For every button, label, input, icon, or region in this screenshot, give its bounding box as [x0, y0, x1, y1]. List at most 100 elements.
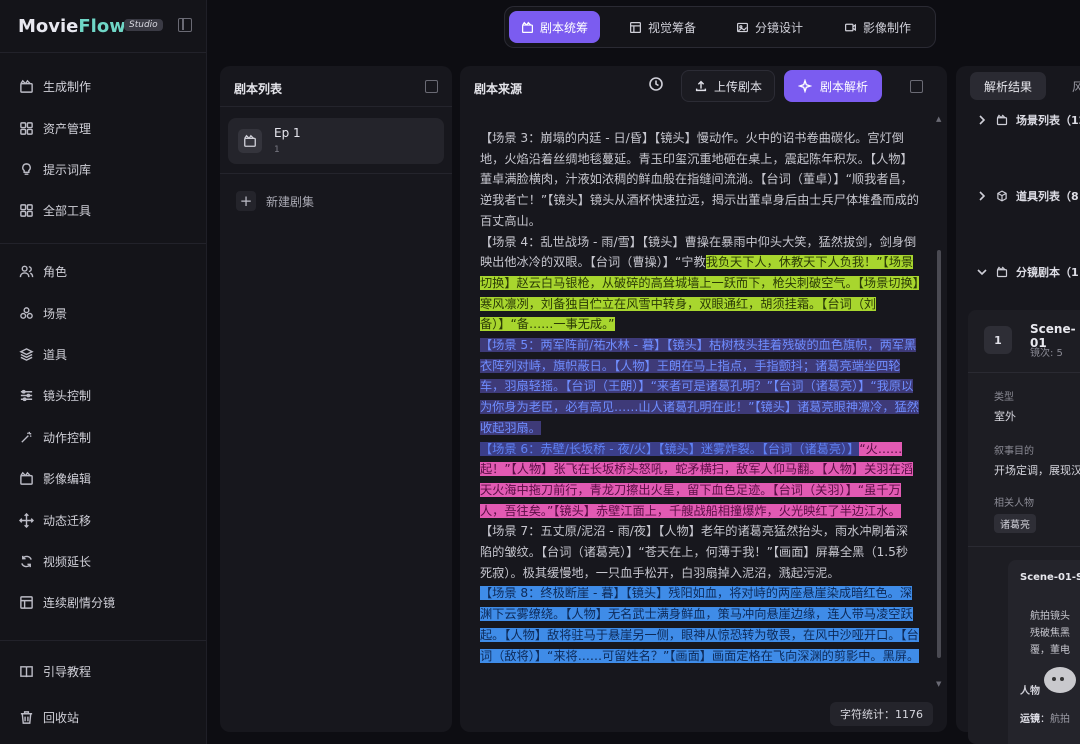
chevron-right-icon [979, 191, 986, 201]
nav-label: 提示词库 [43, 162, 92, 177]
panel-collapse-icon[interactable] [425, 80, 438, 93]
chat-icon[interactable] [1040, 660, 1080, 704]
upload-script-button[interactable]: 上传剧本 [681, 70, 776, 102]
clapperboard-icon [996, 114, 1008, 126]
panel-collapse-icon[interactable] [910, 80, 923, 93]
nav-item-prompts[interactable]: 提示词库 [18, 158, 91, 180]
nav-item-motion[interactable]: 动作控制 [18, 426, 91, 448]
shot-move: 运镜：航拍 [1020, 714, 1070, 725]
script-paragraph: 【场景 7：五丈原/泥沼 - 雨/夜】【人物】老年的诸葛亮猛然抬头，雨水冲刷着深… [480, 521, 920, 583]
users-icon [18, 263, 34, 279]
nav-label: 镜头控制 [43, 388, 92, 403]
chars-label: 相关人物 [994, 498, 1034, 509]
script-paragraph: 【场景 5：两军阵前/祐水林 - 暮】【镜头】枯树枝头挂着残破的血色旗帜，两军黑… [480, 335, 920, 439]
panel-title: 剧本列表 [234, 82, 283, 96]
script-segment: 【场景 5：两军阵前/祐水林 - 暮】【镜头】枯树枝头挂着残破的血色旗帜，两军黑… [480, 338, 919, 435]
panel-title: 剧本来源 [474, 82, 523, 96]
nav-item-assets[interactable]: 资产管理 [18, 117, 91, 139]
add-icon[interactable]: + [236, 191, 256, 211]
sidebar-collapse-icon[interactable] [178, 18, 192, 32]
tree-item-storyboard[interactable]: 分镜剧本（1 [976, 264, 1079, 280]
tree-item-props[interactable]: 道具列表（8 [976, 188, 1079, 204]
script-segment: 【场景 7：五丈原/泥沼 - 雨/夜】【人物】老年的诸葛亮猛然抬头，雨水冲刷着深… [480, 524, 909, 580]
tree-label: 分镜剧本（1 [1016, 266, 1079, 279]
purpose-value: 开场定调，展现汉 [994, 464, 1080, 477]
char-count: 字符统计：1176 [830, 702, 933, 726]
tab-label: 剧本统筹 [540, 20, 589, 35]
tab-visual-prep[interactable]: 视觉筹备 [617, 11, 708, 43]
nav-item-storyboard[interactable]: 连续剧情分镜 [18, 591, 115, 613]
tab-label: 影像制作 [863, 20, 912, 35]
purpose-label: 叙事目的 [994, 446, 1034, 457]
new-episode-button[interactable]: 新建剧集 [266, 193, 314, 210]
nav-item-camera[interactable]: 镜头控制 [18, 384, 91, 406]
refresh-icon [18, 553, 34, 569]
nav-label: 回收站 [43, 710, 80, 725]
tab-video-production[interactable]: 影像制作 [832, 11, 923, 43]
scrollbar[interactable] [937, 250, 941, 658]
tab-storyboard-design[interactable]: 分镜设计 [724, 11, 815, 43]
script-paragraph: 【场景 6：赤壁/长坂桥 - 夜/火】【镜头】迷雾炸裂。【台词（诸葛亮）】“火…… [480, 439, 920, 522]
script-paragraph: 【场景 3：崩塌的内廷 - 日/昏】【镜头】慢动作。火中的诏书卷曲碳化。宫灯倒地… [480, 128, 920, 232]
episode-item[interactable]: Ep 1 1 [228, 118, 444, 164]
script-segment: 【场景 6：赤壁/长坂桥 - 夜/火】【镜头】迷雾炸裂。【台词（诸葛亮）】 [480, 441, 860, 456]
grid-icon [18, 120, 34, 136]
nav-label: 场景 [43, 306, 68, 321]
nav-item-generate[interactable]: 生成制作 [18, 75, 91, 97]
nav-item-characters[interactable]: 角色 [18, 260, 67, 282]
script-text-editor[interactable]: 【场景 3：崩塌的内廷 - 日/昏】【镜头】慢动作。火中的诏书卷曲碳化。宫灯倒地… [480, 128, 920, 688]
tree-item-scenes[interactable]: 场景列表（12 [976, 112, 1080, 128]
nav-item-tutorial[interactable]: 引导教程 [18, 660, 91, 682]
nav-label: 动态迁移 [43, 513, 92, 528]
button-label: 剧本解析 [820, 79, 869, 94]
history-icon[interactable] [648, 76, 664, 92]
clapperboard-icon [18, 470, 34, 486]
layout-icon [630, 21, 641, 33]
parse-script-button[interactable]: 剧本解析 [784, 70, 883, 102]
script-paragraph: 【场景 8：终极断崖 - 暮】【镜头】残阳如血，将对峙的两座悬崖染成暗红色。深渊… [480, 583, 920, 666]
upload-icon [695, 80, 707, 92]
nav-item-extend[interactable]: 视频延长 [18, 550, 91, 572]
type-value: 室外 [994, 410, 1016, 423]
cluster-icon [18, 305, 34, 321]
script-paragraph: 【场景 4：乱世战场 - 雨/雪】【镜头】曹操在暴雨中仰头大笑，猛然拔剑，剑身倒… [480, 232, 920, 336]
tab-label: 视觉筹备 [648, 20, 697, 35]
sparkle-icon [798, 79, 812, 93]
nav-label: 生成制作 [43, 79, 92, 94]
nav-label: 引导教程 [43, 664, 92, 679]
nav-label: 连续剧情分镜 [43, 595, 116, 610]
scene-shots: 镜次: 5 [1030, 348, 1063, 359]
nav-item-transfer[interactable]: 动态迁移 [18, 509, 91, 531]
nav-item-edit[interactable]: 影像编辑 [18, 467, 91, 489]
type-label: 类型 [994, 392, 1014, 403]
scene-number: 1 [984, 326, 1012, 354]
clapperboard-icon [238, 129, 262, 153]
lightbulb-icon [18, 161, 34, 177]
nav-item-tools[interactable]: 全部工具 [18, 199, 91, 221]
shot-title: Scene-01-S [1020, 572, 1080, 583]
move-icon [18, 512, 34, 528]
video-icon [845, 23, 856, 31]
nav-item-trash[interactable]: 回收站 [18, 706, 79, 728]
nav-item-props[interactable]: 道具 [18, 343, 67, 365]
sliders-icon [18, 387, 34, 403]
scroll-down-icon[interactable]: ▼ [936, 680, 941, 688]
nav-item-scenes[interactable]: 场景 [18, 302, 67, 324]
tab-secondary[interactable]: 风 [1072, 78, 1080, 95]
episode-name: Ep 1 [274, 126, 301, 140]
layers-icon [18, 346, 34, 362]
grid-icon [18, 202, 34, 218]
clapperboard-icon [18, 78, 34, 94]
chevron-down-icon [977, 269, 987, 276]
shot-description: 航拍镜头 残破焦黑 覆，董电 [1030, 611, 1070, 656]
character-tag[interactable]: 诸葛亮 [994, 514, 1036, 533]
scroll-up-icon[interactable]: ▲ [936, 115, 941, 123]
tab-script-planning[interactable]: 剧本统筹 [509, 11, 601, 43]
nav-label: 全部工具 [43, 203, 92, 218]
nav-label: 影像编辑 [43, 471, 92, 486]
button-label: 上传剧本 [714, 79, 763, 94]
nav-label: 视频延长 [43, 554, 92, 569]
layout-icon [18, 594, 34, 610]
tab-label: 分镜设计 [755, 20, 804, 35]
tab-parse-results[interactable]: 解析结果 [970, 72, 1047, 100]
